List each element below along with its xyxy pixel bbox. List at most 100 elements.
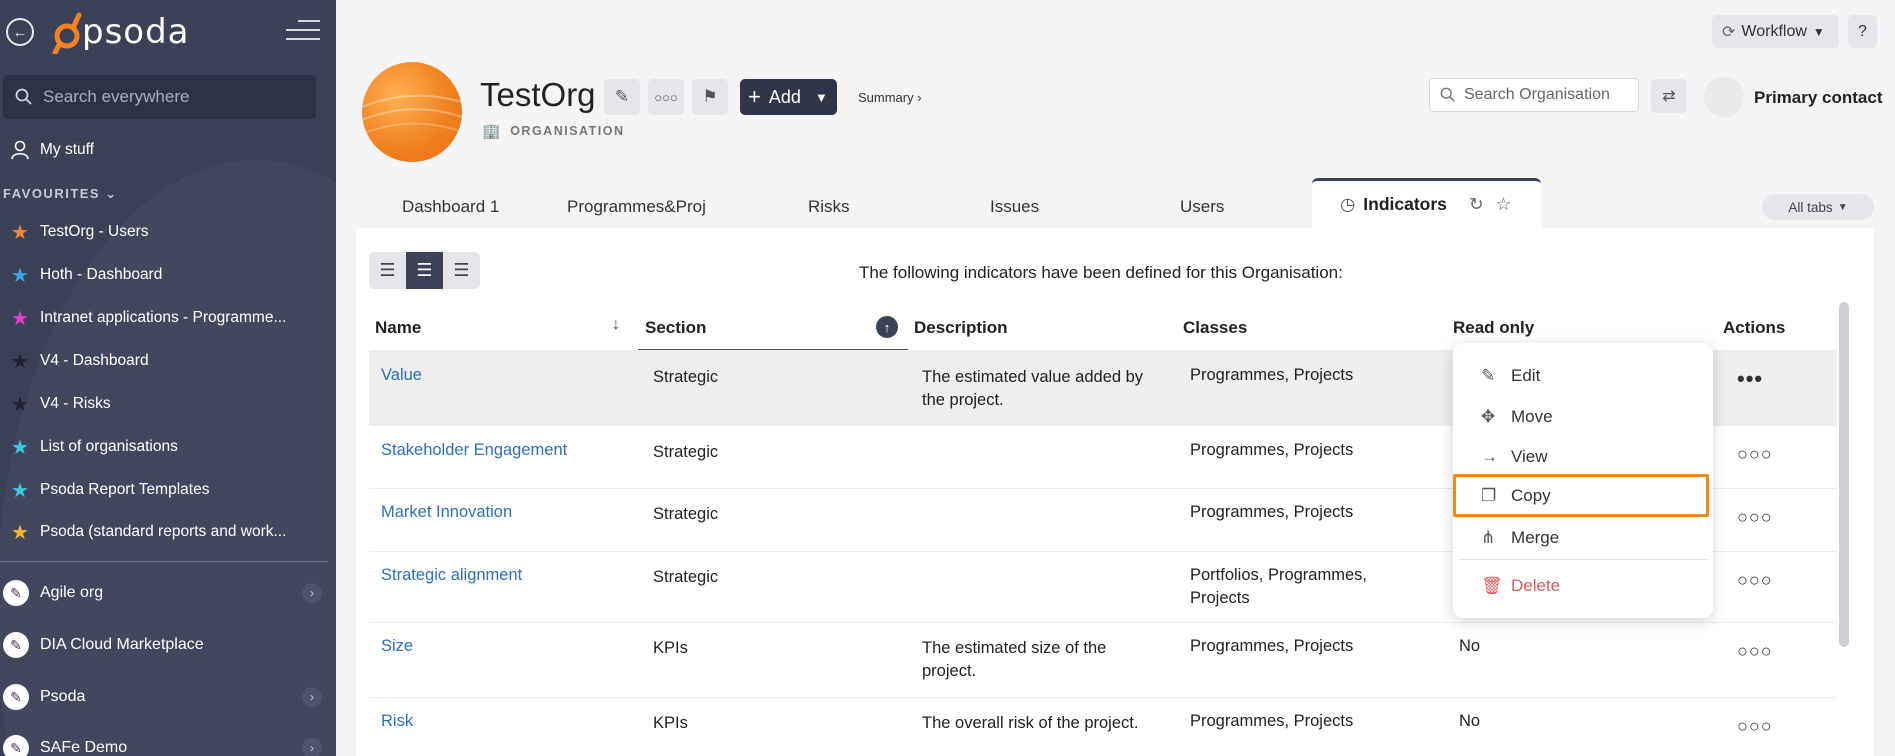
avatar bbox=[1704, 77, 1744, 117]
help-button[interactable]: ? bbox=[1848, 15, 1877, 48]
global-search-input[interactable] bbox=[43, 87, 313, 107]
indicator-section: Strategic bbox=[653, 368, 719, 386]
row-actions-menu: ✎ Edit ✥ Move → View ❐ Copy ⋔ Merge 🗑 Delete bbox=[1453, 343, 1713, 618]
chevron-down-icon: ▼ bbox=[814, 89, 828, 105]
scrollbar[interactable] bbox=[1839, 302, 1849, 647]
tab-issues[interactable]: Issues bbox=[990, 197, 1039, 217]
add-button[interactable]: + Add ▼ bbox=[740, 79, 837, 115]
tab-users[interactable]: Users bbox=[1180, 197, 1224, 217]
menu-item-merge[interactable]: ⋔ Merge bbox=[1453, 518, 1713, 558]
indicator-name-link[interactable]: Risk bbox=[381, 710, 413, 733]
chevron-right-icon[interactable]: › bbox=[302, 738, 322, 756]
sidebar: ← psoda My stuff FAVOURITES ⌄ ★TestOrg -… bbox=[0, 0, 336, 756]
gauge-icon: ◷ bbox=[1340, 194, 1356, 214]
more-options-button[interactable]: ○○○ bbox=[648, 79, 684, 115]
edit-button[interactable]: ✎ bbox=[604, 79, 640, 115]
organisation-icon: ✎ bbox=[3, 580, 29, 606]
favourite-item[interactable]: ★ Psoda (standard reports and work... bbox=[0, 514, 336, 550]
menu-item-edit[interactable]: ✎ Edit bbox=[1453, 356, 1713, 396]
all-tabs-dropdown[interactable]: All tabs ▼ bbox=[1762, 194, 1874, 220]
chevron-right-icon[interactable]: › bbox=[302, 687, 322, 707]
star-icon: ★ bbox=[11, 521, 29, 544]
view-dense-button[interactable]: ☰ bbox=[443, 252, 480, 289]
star-outline-icon[interactable]: ☆ bbox=[1496, 194, 1512, 215]
switch-view-button[interactable]: ⇄ bbox=[1651, 79, 1687, 113]
chevron-right-icon[interactable]: › bbox=[302, 583, 322, 603]
global-search[interactable] bbox=[3, 75, 316, 119]
org-search[interactable] bbox=[1429, 78, 1639, 112]
row-actions-button[interactable]: ○○○ bbox=[1737, 570, 1773, 591]
org-item[interactable]: ✎ Psoda › bbox=[0, 677, 336, 717]
row-actions-button[interactable]: ○○○ bbox=[1737, 507, 1773, 528]
indicator-section: Strategic bbox=[653, 568, 719, 586]
view-density-toggle: ☰ ☰ ☰ bbox=[369, 252, 480, 289]
favourite-item[interactable]: ★ List of organisations bbox=[0, 429, 336, 465]
chevron-down-icon: ▼ bbox=[1837, 201, 1848, 213]
sort-arrow-icon[interactable]: ↓ bbox=[612, 316, 620, 334]
indicator-name-link[interactable]: Market Innovation bbox=[381, 501, 512, 524]
tab-indicators[interactable]: ◷ Indicators ↻ ☆ bbox=[1312, 178, 1541, 228]
favourite-item[interactable]: ★ Intranet applications - Programme... bbox=[0, 300, 336, 336]
intro-text: The following indicators have been defin… bbox=[859, 263, 1343, 282]
menu-item-move[interactable]: ✥ Move bbox=[1453, 397, 1713, 437]
indicator-name-link[interactable]: Stakeholder Engagement bbox=[381, 439, 567, 462]
indicator-name-link[interactable]: Size bbox=[381, 635, 413, 658]
indicator-description: The estimated value added by the project. bbox=[922, 368, 1144, 409]
move-icon: ✥ bbox=[1481, 407, 1496, 426]
tab-programmes-projects[interactable]: Programmes&Proj bbox=[567, 197, 713, 217]
trash-icon: 🗑 bbox=[1481, 576, 1503, 595]
refresh-icon[interactable]: ↻ bbox=[1469, 194, 1484, 215]
row-actions-button[interactable]: ○○○ bbox=[1737, 716, 1773, 737]
menu-divider bbox=[1459, 559, 1707, 560]
back-icon[interactable]: ← bbox=[6, 18, 34, 46]
favourite-item[interactable]: ★ Hoth - Dashboard bbox=[0, 257, 336, 293]
tag-button[interactable]: ⚑ bbox=[692, 79, 728, 115]
sidebar-item-my-stuff[interactable]: My stuff bbox=[0, 132, 336, 168]
org-item[interactable]: ✎ DIA Cloud Marketplace bbox=[0, 625, 336, 665]
favourites-heading[interactable]: FAVOURITES ⌄ bbox=[3, 186, 118, 202]
indicator-name-link[interactable]: Strategic alignment bbox=[381, 564, 522, 587]
indicator-section: KPIs bbox=[653, 714, 688, 732]
column-header-name[interactable]: Name bbox=[375, 318, 421, 338]
column-header-description[interactable]: Description bbox=[914, 318, 1008, 338]
indicator-classes: Programmes, Projects bbox=[1190, 366, 1354, 384]
view-compact-button[interactable]: ☰ bbox=[369, 252, 406, 289]
indicator-name-link[interactable]: Value bbox=[381, 364, 422, 387]
favourite-item[interactable]: ★ Psoda Report Templates bbox=[0, 472, 336, 508]
indicator-section: Strategic bbox=[653, 443, 719, 461]
column-header-read-only[interactable]: Read only bbox=[1453, 318, 1534, 338]
merge-icon: ⋔ bbox=[1481, 528, 1496, 547]
primary-contact[interactable]: Primary contact bbox=[1754, 88, 1883, 108]
view-normal-button[interactable]: ☰ bbox=[406, 252, 443, 289]
favourite-item[interactable]: ★ TestOrg - Users bbox=[0, 214, 336, 250]
search-icon bbox=[15, 88, 32, 105]
row-actions-button[interactable]: ○○○ bbox=[1737, 444, 1773, 465]
building-icon: 🏢 bbox=[482, 123, 503, 140]
row-actions-button[interactable]: ○○○ bbox=[1737, 641, 1773, 662]
favourite-item[interactable]: ★ V4 - Dashboard bbox=[0, 343, 336, 379]
menu-item-delete[interactable]: 🗑 Delete bbox=[1453, 566, 1713, 606]
collapse-menu-icon[interactable] bbox=[286, 20, 320, 47]
menu-item-copy[interactable]: ❐ Copy bbox=[1453, 474, 1709, 517]
sort-up-icon[interactable]: ↑ bbox=[876, 316, 898, 338]
favourite-item[interactable]: ★ V4 - Risks bbox=[0, 386, 336, 422]
swap-icon: ⇄ bbox=[1662, 88, 1676, 105]
workflow-icon: ⟳ bbox=[1722, 23, 1736, 41]
menu-item-view[interactable]: → View bbox=[1453, 437, 1713, 477]
org-type-label: 🏢 ORGANISATION bbox=[482, 123, 625, 140]
summary-breadcrumb[interactable]: Summary › bbox=[858, 90, 922, 105]
column-header-section[interactable]: Section bbox=[645, 318, 706, 338]
tab-dashboard-1[interactable]: Dashboard 1 bbox=[402, 197, 499, 217]
org-item[interactable]: ✎ SAFe Demo › bbox=[0, 728, 336, 756]
psoda-logo[interactable]: psoda bbox=[52, 10, 190, 54]
star-icon: ★ bbox=[11, 479, 29, 502]
indicator-section: KPIs bbox=[653, 639, 688, 657]
org-item[interactable]: ✎ Agile org › bbox=[0, 573, 336, 613]
org-search-input[interactable] bbox=[1464, 86, 1634, 104]
tab-risks[interactable]: Risks bbox=[808, 197, 850, 217]
workflow-button[interactable]: ⟳ Workflow ▼ bbox=[1712, 15, 1839, 48]
main-content: ⟳ Workflow ▼ ? TestOrg 🏢 ORGANISATION ✎ … bbox=[336, 0, 1895, 756]
organisation-icon: ✎ bbox=[3, 735, 29, 756]
row-actions-button[interactable]: ••• bbox=[1737, 366, 1763, 392]
column-header-classes[interactable]: Classes bbox=[1183, 318, 1247, 338]
